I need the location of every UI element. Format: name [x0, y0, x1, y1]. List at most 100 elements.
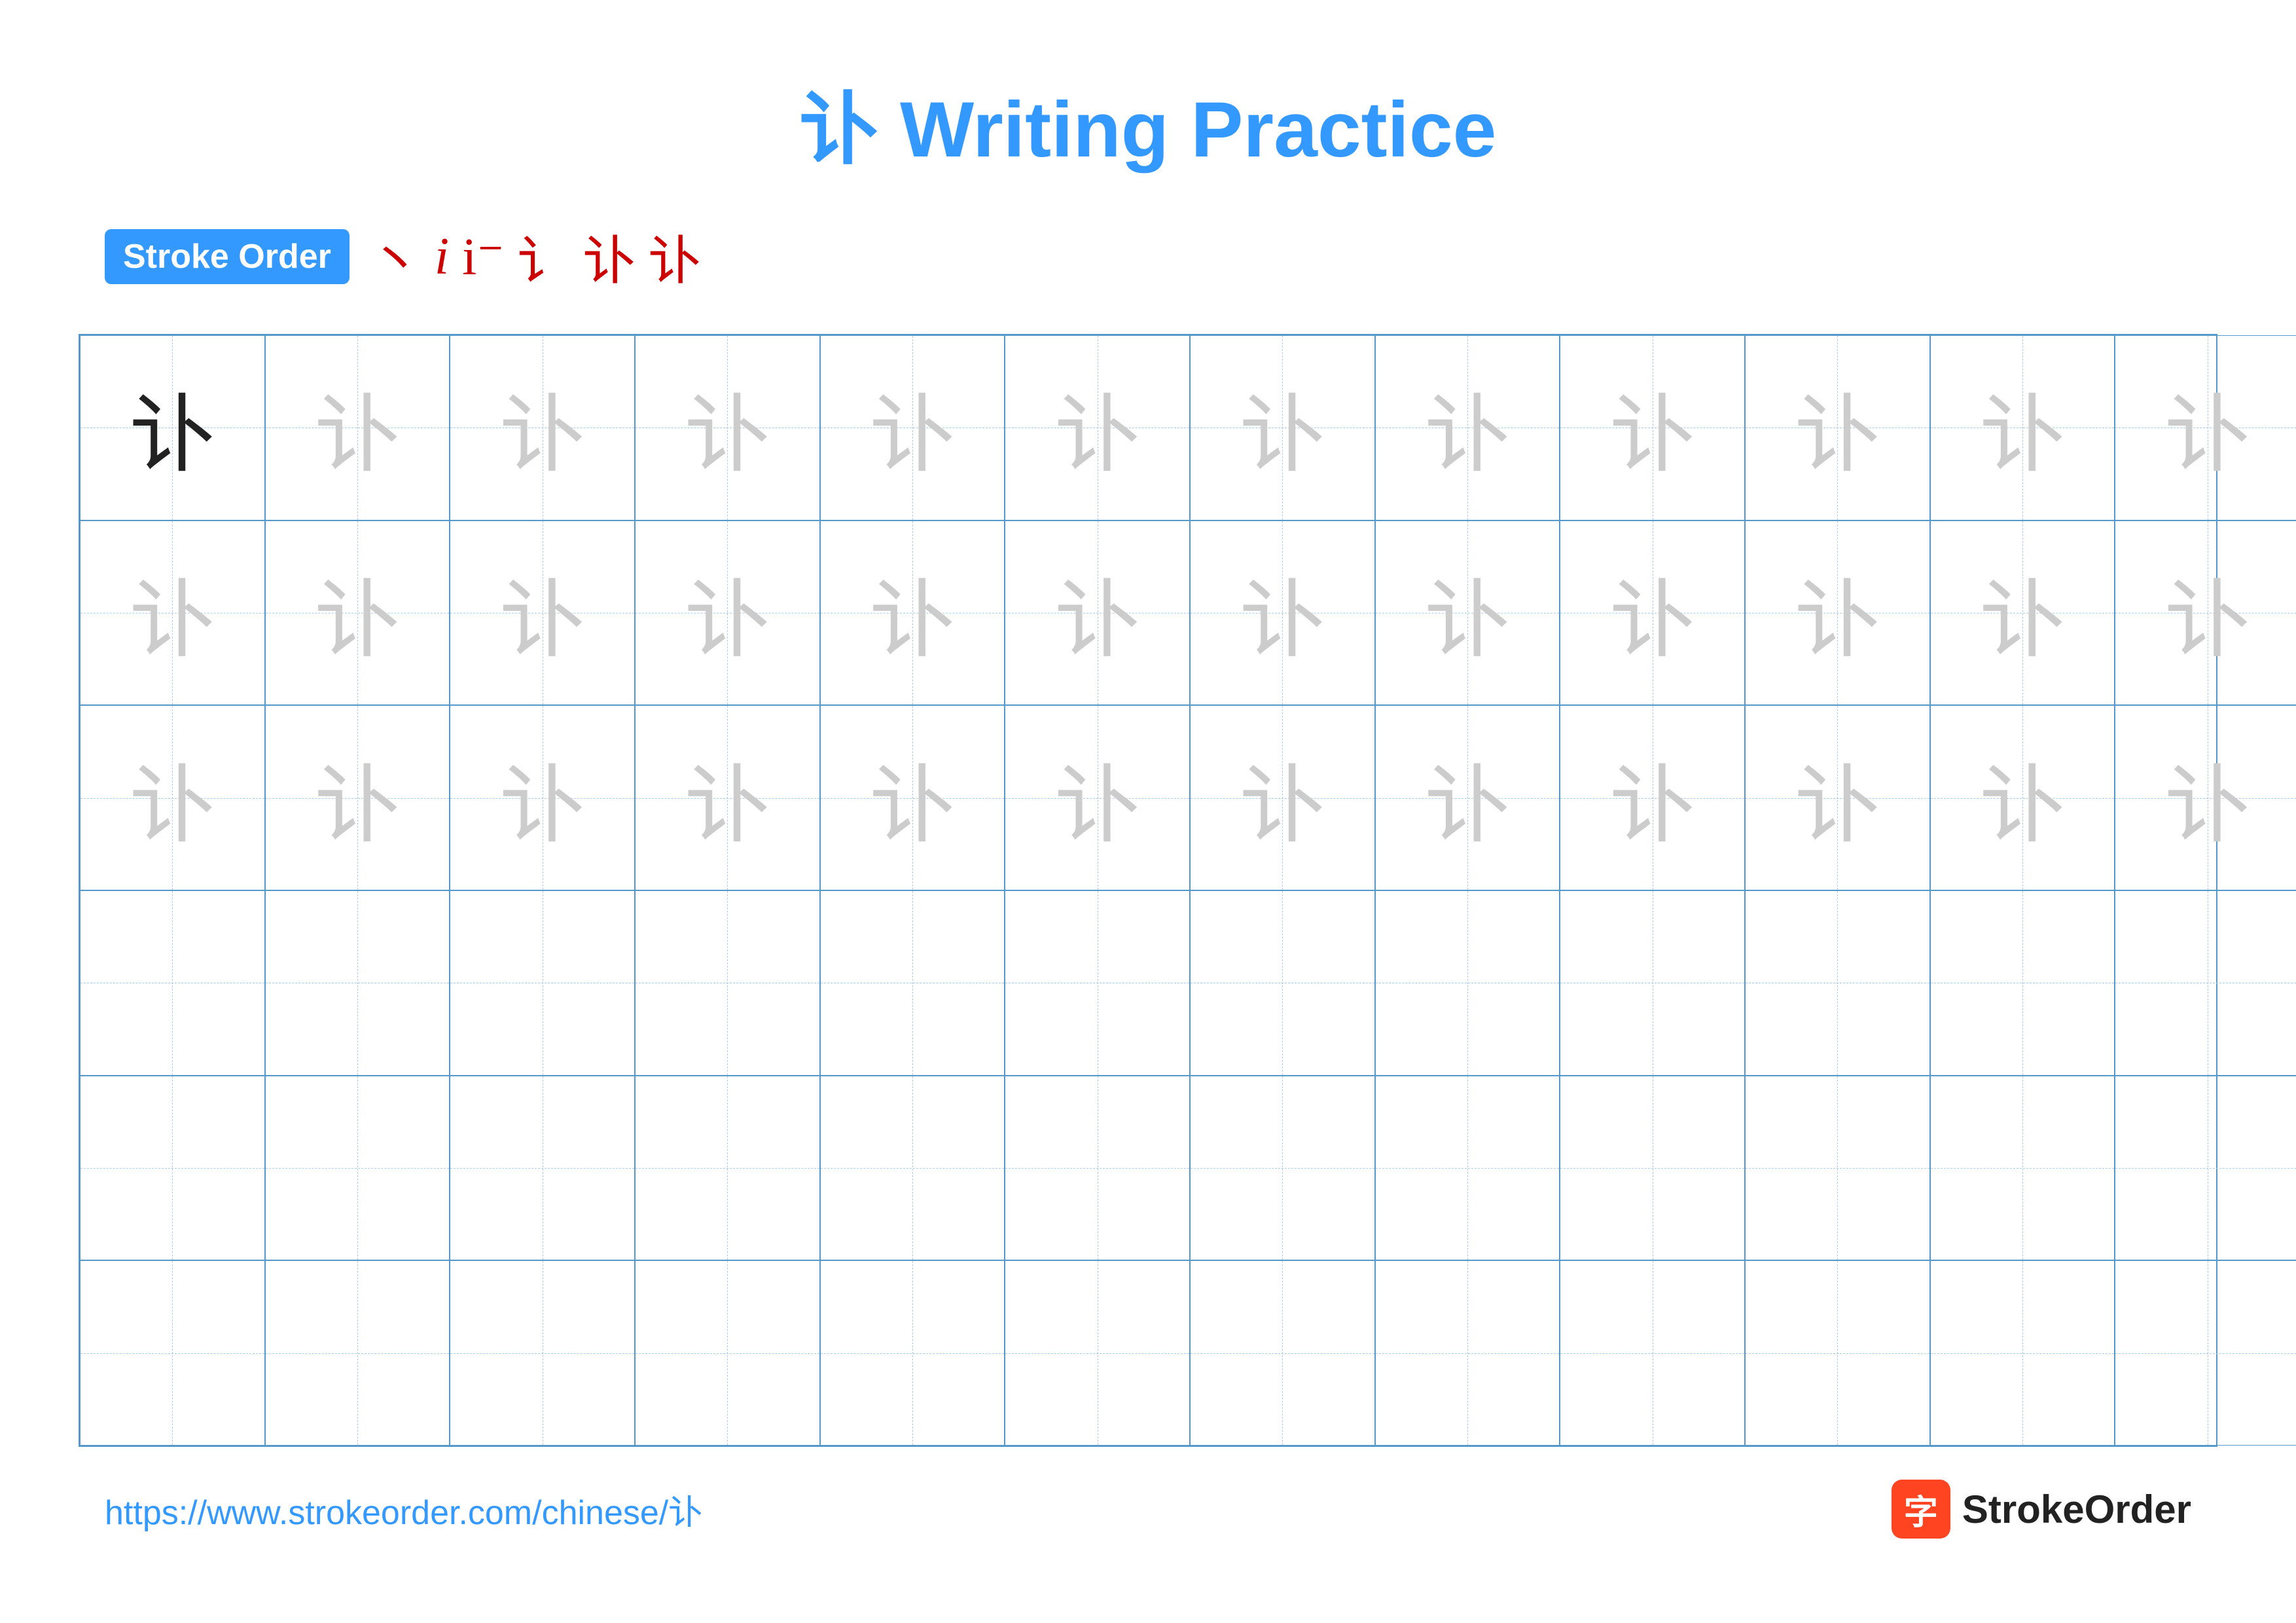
stroke-4: 讠 — [518, 219, 570, 295]
grid-cell[interactable] — [1190, 890, 1375, 1076]
grid-cell[interactable] — [1190, 1076, 1375, 1261]
grid-cell[interactable]: 讣 — [450, 705, 635, 890]
grid-cell[interactable] — [1560, 890, 1745, 1076]
cell-character: 讣 — [1425, 737, 1510, 860]
cell-character: 讣 — [2165, 366, 2250, 489]
grid-cell[interactable] — [1375, 1076, 1560, 1261]
cell-character: 讣 — [1795, 551, 1880, 674]
logo-text: StrokeOrder — [1962, 1487, 2191, 1532]
stroke-order-row: Stroke Order 丶 i i⁻ 讠 讣 讣 — [105, 219, 701, 295]
grid-cell[interactable]: 讣 — [1005, 705, 1190, 890]
grid-cell[interactable] — [820, 1260, 1005, 1446]
grid-cell[interactable] — [1005, 1076, 1190, 1261]
cell-character: 讣 — [1240, 737, 1325, 860]
grid-cell[interactable]: 讣 — [450, 520, 635, 706]
grid-cell[interactable]: 讣 — [2115, 520, 2296, 706]
cell-character: 讣 — [130, 737, 215, 860]
grid-cell[interactable] — [1930, 1260, 2115, 1446]
grid-cell[interactable]: 讣 — [265, 335, 450, 520]
grid-cell[interactable]: 讣 — [1930, 705, 2115, 890]
grid-cell[interactable]: 讣 — [1930, 520, 2115, 706]
grid-cell[interactable]: 讣 — [1005, 520, 1190, 706]
grid-cell[interactable] — [1745, 1260, 1930, 1446]
grid-cell[interactable] — [265, 890, 450, 1076]
grid-cell[interactable] — [1005, 890, 1190, 1076]
grid-cell[interactable]: 讣 — [450, 335, 635, 520]
stroke-1: 丶 — [369, 219, 422, 295]
cell-character: 讣 — [685, 551, 770, 674]
grid-cell[interactable] — [820, 890, 1005, 1076]
grid-cell[interactable] — [1560, 1076, 1745, 1261]
grid-cell[interactable] — [265, 1076, 450, 1261]
grid-cell[interactable] — [1930, 890, 2115, 1076]
footer: https://www.strokeorder.com/chinese/讣 字 … — [79, 1480, 2217, 1539]
grid-cell[interactable]: 讣 — [2115, 705, 2296, 890]
grid-cell[interactable]: 讣 — [1560, 705, 1745, 890]
grid-cell[interactable]: 讣 — [820, 520, 1005, 706]
cell-character: 讣 — [1795, 737, 1880, 860]
cell-character: 讣 — [685, 737, 770, 860]
cell-character: 讣 — [1980, 737, 2065, 860]
grid-cell[interactable]: 讣 — [1745, 335, 1930, 520]
grid-cell[interactable]: 讣 — [635, 335, 820, 520]
grid-cell[interactable]: 讣 — [635, 520, 820, 706]
grid-cell[interactable] — [1375, 890, 1560, 1076]
grid-cell[interactable]: 讣 — [820, 705, 1005, 890]
grid-cell[interactable] — [265, 1260, 450, 1446]
grid-cell[interactable]: 讣 — [80, 705, 265, 890]
grid-cell[interactable]: 讣 — [1190, 705, 1375, 890]
footer-logo: 字 StrokeOrder — [1892, 1480, 2191, 1539]
grid-cell[interactable] — [1745, 890, 1930, 1076]
grid-cell[interactable]: 讣 — [80, 335, 265, 520]
grid-cell[interactable]: 讣 — [1745, 705, 1930, 890]
grid-cell[interactable] — [450, 1260, 635, 1446]
grid-cell[interactable]: 讣 — [1190, 520, 1375, 706]
cell-character: 讣 — [1055, 737, 1140, 860]
grid-cell[interactable]: 讣 — [80, 520, 265, 706]
grid-cell[interactable] — [635, 1076, 820, 1261]
grid-cell[interactable] — [80, 1260, 265, 1446]
grid-cell[interactable]: 讣 — [1930, 335, 2115, 520]
grid-cell[interactable]: 讣 — [820, 335, 1005, 520]
cell-character: 讣 — [1980, 551, 2065, 674]
grid-cell[interactable]: 讣 — [1375, 705, 1560, 890]
grid-cell[interactable]: 讣 — [1375, 520, 1560, 706]
grid-cell[interactable]: 讣 — [1560, 335, 1745, 520]
grid-cell[interactable] — [80, 890, 265, 1076]
stroke-6: 讣 — [649, 219, 701, 295]
cell-character: 讣 — [870, 737, 955, 860]
cell-character: 讣 — [1610, 366, 1695, 489]
grid-cell[interactable]: 讣 — [1375, 335, 1560, 520]
grid-cell[interactable]: 讣 — [635, 705, 820, 890]
stroke-3: i⁻ — [462, 226, 504, 287]
grid-cell[interactable] — [1005, 1260, 1190, 1446]
grid-cell[interactable] — [1560, 1260, 1745, 1446]
grid-cell[interactable]: 讣 — [2115, 335, 2296, 520]
grid-cell[interactable] — [635, 1260, 820, 1446]
grid-cell[interactable]: 讣 — [1005, 335, 1190, 520]
footer-url: https://www.strokeorder.com/chinese/讣 — [105, 1485, 702, 1534]
grid-cell[interactable]: 讣 — [265, 520, 450, 706]
grid-cell[interactable] — [2115, 890, 2296, 1076]
grid-cell[interactable] — [2115, 1260, 2296, 1446]
grid-cell[interactable] — [80, 1076, 265, 1261]
grid-cell[interactable] — [1190, 1260, 1375, 1446]
cell-character: 讣 — [130, 366, 215, 489]
cell-character: 讣 — [500, 737, 585, 860]
grid-cell[interactable] — [450, 890, 635, 1076]
cell-character: 讣 — [2165, 737, 2250, 860]
grid-cell[interactable] — [1375, 1260, 1560, 1446]
grid-cell[interactable]: 讣 — [1560, 520, 1745, 706]
grid-cell[interactable] — [820, 1076, 1005, 1261]
stroke-sequence: 丶 i i⁻ 讠 讣 讣 — [369, 219, 701, 295]
logo-icon: 字 — [1892, 1480, 1950, 1539]
cell-character: 讣 — [315, 551, 400, 674]
grid-cell[interactable]: 讣 — [265, 705, 450, 890]
grid-cell[interactable] — [635, 890, 820, 1076]
grid-cell[interactable]: 讣 — [1190, 335, 1375, 520]
grid-cell[interactable] — [450, 1076, 635, 1261]
grid-cell[interactable] — [1930, 1076, 2115, 1261]
grid-cell[interactable] — [1745, 1076, 1930, 1261]
grid-cell[interactable] — [2115, 1076, 2296, 1261]
grid-cell[interactable]: 讣 — [1745, 520, 1930, 706]
